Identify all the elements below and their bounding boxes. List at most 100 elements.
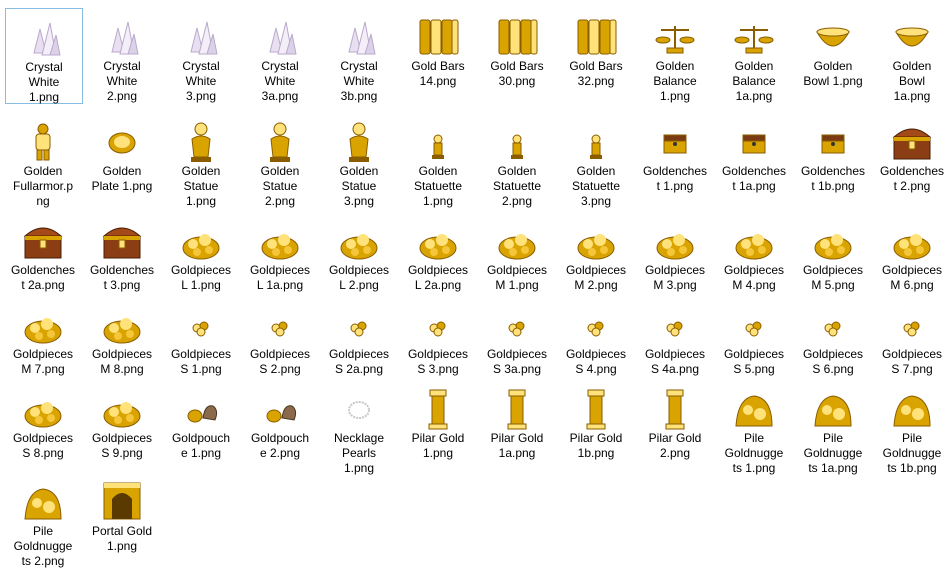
file-item[interactable]: Golden Statue 2.png <box>242 113 320 208</box>
file-item[interactable]: Goldenches t 1.png <box>637 113 715 205</box>
file-item[interactable]: Golden Plate 1.png <box>84 113 162 205</box>
gold-coins-small-icon <box>256 300 304 348</box>
file-item[interactable]: Goldenches t 3.png <box>84 212 162 292</box>
gold-pile-icon <box>651 216 699 264</box>
file-item[interactable]: Golden Balance 1a.png <box>716 8 794 104</box>
file-item[interactable]: Crystal White 2.png <box>84 8 162 104</box>
golden-statue-icon <box>177 117 225 165</box>
file-item[interactable]: Pile Goldnugge ts 1.png <box>716 380 794 475</box>
file-name-label: Goldpieces L 2a.png <box>407 263 469 292</box>
file-name-label: Goldpouch e 2.png <box>250 431 310 460</box>
file-item[interactable]: Goldenches t 2.png <box>874 113 947 205</box>
file-item[interactable]: Golden Bowl 1a.png <box>874 8 947 104</box>
file-name-label: Goldpieces S 3a.png <box>486 347 548 376</box>
file-item[interactable]: Goldpieces S 1.png <box>163 296 241 376</box>
file-name-label: Golden Statuette 2.png <box>492 164 542 208</box>
file-name-label: Pilar Gold 1a.png <box>490 431 544 460</box>
file-item[interactable]: Goldpieces M 6.png <box>874 212 947 292</box>
file-item[interactable]: Goldpieces S 6.png <box>795 296 873 376</box>
file-item[interactable]: Gold Bars 14.png <box>400 8 478 104</box>
file-item[interactable]: Golden Statue 1.png <box>163 113 241 208</box>
file-item[interactable]: Crystal White 3.png <box>163 8 241 104</box>
pearl-necklace-icon <box>335 384 383 432</box>
file-item[interactable]: Portal Gold 1.png <box>84 473 162 567</box>
file-name-label: Goldpieces L 1.png <box>170 263 232 292</box>
gold-portal-icon <box>98 477 146 525</box>
gold-coins-small-icon <box>177 300 225 348</box>
file-item[interactable]: Goldpieces M 2.png <box>558 212 636 292</box>
gold-pouch-icon <box>177 384 225 432</box>
file-item[interactable]: Golden Statuette 3.png <box>558 113 636 208</box>
file-item[interactable]: Pilar Gold 1a.png <box>479 380 557 460</box>
file-item[interactable]: Goldpieces S 9.png <box>84 380 162 460</box>
file-item[interactable]: Goldpieces M 1.png <box>479 212 557 292</box>
gold-pile-icon <box>98 384 146 432</box>
file-item[interactable]: Golden Statuette 2.png <box>479 113 557 208</box>
file-item[interactable]: Golden Statuette 1.png <box>400 113 478 208</box>
file-item[interactable]: Crystal White 1.png <box>5 8 83 104</box>
gold-pile-icon <box>98 300 146 348</box>
file-item[interactable]: Goldpieces S 2a.png <box>321 296 399 376</box>
file-item[interactable]: Goldpieces M 8.png <box>84 296 162 376</box>
file-item[interactable]: Golden Bowl 1.png <box>795 8 873 104</box>
file-item[interactable]: Goldpieces M 4.png <box>716 212 794 292</box>
file-name-label: Goldpieces L 2.png <box>328 263 390 292</box>
file-item[interactable]: Goldpieces M 7.png <box>5 296 83 376</box>
file-item[interactable]: Pilar Gold 2.png <box>637 380 715 460</box>
gold-coins-small-icon <box>335 300 383 348</box>
gold-pile-icon <box>809 216 857 264</box>
file-item[interactable]: Pilar Gold 1.png <box>400 380 478 460</box>
file-item[interactable]: Pile Goldnugge ts 1b.png <box>874 380 947 475</box>
file-item[interactable]: Crystal White 3b.png <box>321 8 399 104</box>
file-item[interactable]: Golden Fullarmor.p ng <box>5 113 83 208</box>
file-item[interactable]: Goldpieces M 3.png <box>637 212 715 292</box>
file-item[interactable]: Goldpieces S 2.png <box>242 296 320 376</box>
file-item[interactable]: Necklage Pearls 1.png <box>321 380 399 475</box>
file-name-label: Goldpieces M 1.png <box>486 263 548 292</box>
file-item[interactable]: Goldpieces M 5.png <box>795 212 873 292</box>
file-name-label: Goldenches t 1b.png <box>800 164 866 193</box>
file-item[interactable]: Goldpieces L 1a.png <box>242 212 320 292</box>
gold-nuggets-icon <box>19 477 67 525</box>
gold-pile-icon <box>19 300 67 348</box>
file-item[interactable]: Goldenches t 1b.png <box>795 113 873 205</box>
golden-statue-icon <box>256 117 304 165</box>
file-item[interactable]: Pilar Gold 1b.png <box>558 380 636 460</box>
file-name-label: Goldenches t 1.png <box>642 164 708 193</box>
file-item[interactable]: Goldpieces S 4.png <box>558 296 636 376</box>
file-item[interactable]: Golden Balance 1.png <box>637 8 715 104</box>
file-item[interactable]: Goldpieces S 4a.png <box>637 296 715 376</box>
gold-bars-icon <box>414 12 462 60</box>
file-item[interactable]: Goldpieces S 5.png <box>716 296 794 376</box>
file-item[interactable]: Goldpieces S 8.png <box>5 380 83 460</box>
gold-pillar-icon <box>651 384 699 432</box>
gold-chest-icon <box>809 117 857 165</box>
file-item[interactable]: Goldpieces L 2.png <box>321 212 399 292</box>
file-name-label: Golden Statue 2.png <box>260 164 300 208</box>
file-item[interactable]: Pile Goldnugge ts 2.png <box>5 473 83 568</box>
crystal-white-icon <box>335 12 383 60</box>
file-item[interactable]: Goldpieces S 7.png <box>874 296 947 376</box>
gold-pillar-icon <box>414 384 462 432</box>
file-name-label: Golden Balance 1.png <box>653 59 697 103</box>
gold-coins-small-icon <box>888 300 936 348</box>
file-item[interactable]: Goldenches t 2a.png <box>5 212 83 292</box>
file-item[interactable]: Pile Goldnugge ts 1a.png <box>795 380 873 475</box>
file-item[interactable]: Gold Bars 30.png <box>479 8 557 104</box>
file-item[interactable]: Goldpieces S 3.png <box>400 296 478 376</box>
file-item[interactable]: Goldpieces L 1.png <box>163 212 241 292</box>
file-item[interactable]: Goldpieces L 2a.png <box>400 212 478 292</box>
file-item[interactable]: Crystal White 3a.png <box>242 8 320 104</box>
file-item[interactable]: Gold Bars 32.png <box>558 8 636 104</box>
file-item[interactable]: Goldenches t 1a.png <box>716 113 794 205</box>
file-name-label: Pilar Gold 1b.png <box>569 431 623 460</box>
file-item[interactable]: Goldpouch e 2.png <box>242 380 320 460</box>
gold-pile-icon <box>572 216 620 264</box>
file-name-label: Pilar Gold 2.png <box>648 431 702 460</box>
file-item[interactable]: Goldpieces S 3a.png <box>479 296 557 376</box>
gold-chest-icon <box>730 117 778 165</box>
gold-pile-icon <box>256 216 304 264</box>
file-item[interactable]: Golden Statue 3.png <box>321 113 399 208</box>
file-name-label: Golden Plate 1.png <box>91 164 153 193</box>
file-item[interactable]: Goldpouch e 1.png <box>163 380 241 460</box>
